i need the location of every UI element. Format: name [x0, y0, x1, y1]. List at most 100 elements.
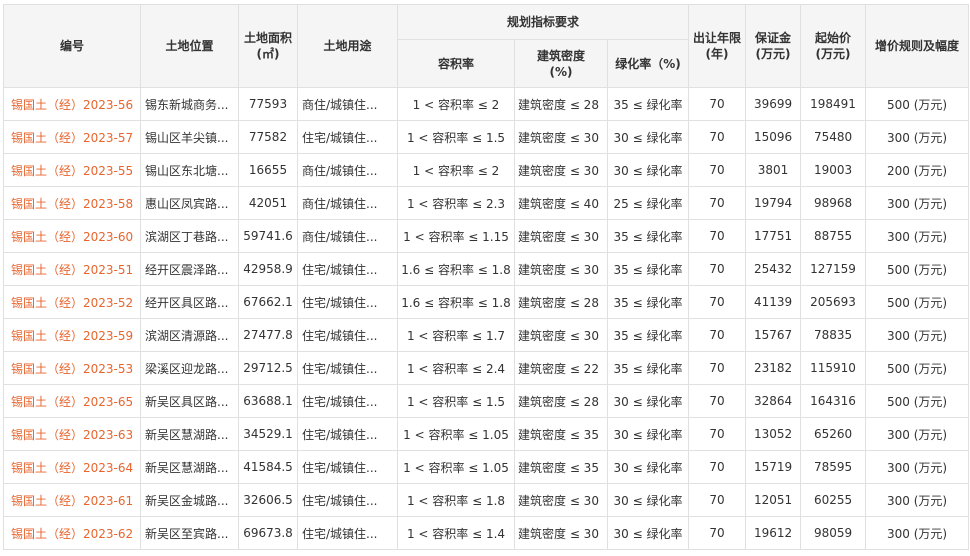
cell-code[interactable]: 锡国土（经）2023-65 — [3, 384, 141, 418]
cell-term: 70 — [688, 384, 747, 418]
table-row: 锡国土（经）2023-60 滨湖区丁巷路... 59741.6 商住/城镇住... 1 … — [3, 219, 970, 253]
cell-density: 建筑密度 ≤ 28 — [514, 384, 608, 418]
cell-plot-ratio: 1 < 容积率 ≤ 1.4 — [397, 516, 515, 550]
cell-increment: 300 (万元) — [865, 450, 970, 484]
cell-term: 70 — [688, 318, 747, 352]
table-row: 锡国土（经）2023-51 经开区震泽路... 42958.9 住宅/城镇住... 1.… — [3, 252, 970, 286]
cell-location: 新吴区慧湖路... — [140, 450, 239, 484]
cell-deposit: 25432 — [745, 252, 802, 286]
cell-increment: 200 (万元) — [865, 153, 970, 187]
table-header: 编号 土地位置 土地面积 (㎡) 土地用途 规划指标要求 出让年限 (年) 保证金(… — [3, 4, 970, 88]
cell-location: 经开区震泽路... — [140, 252, 239, 286]
cell-start-price: 164316 — [800, 384, 867, 418]
cell-greening: 30 ≤ 绿化率 — [606, 153, 690, 187]
cell-start-price: 78835 — [800, 318, 867, 352]
cell-density: 建筑密度 ≤ 30 — [514, 219, 608, 253]
cell-location: 锡山区东北塘... — [140, 153, 239, 187]
cell-deposit: 41139 — [745, 285, 802, 319]
cell-term: 70 — [688, 87, 747, 121]
cell-plot-ratio: 1.6 ≤ 容积率 ≤ 1.8 — [397, 252, 515, 286]
cell-increment: 300 (万元) — [865, 483, 970, 517]
cell-code[interactable]: 锡国土（经）2023-62 — [3, 516, 141, 550]
cell-code[interactable]: 锡国土（经）2023-55 — [3, 153, 141, 187]
table-row: 锡国土（经）2023-63 新吴区慧湖路... 34529.1 住宅/城镇住... 1 … — [3, 417, 970, 451]
cell-area: 42051 — [238, 186, 298, 220]
land-auction-table: 编号 土地位置 土地面积 (㎡) 土地用途 规划指标要求 出让年限 (年) 保证金(… — [3, 4, 970, 550]
cell-deposit: 3801 — [745, 153, 802, 187]
cell-deposit: 19794 — [745, 186, 802, 220]
cell-code[interactable]: 锡国土（经）2023-58 — [3, 186, 141, 220]
cell-increment: 500 (万元) — [865, 351, 970, 385]
cell-code[interactable]: 锡国土（经）2023-64 — [3, 450, 141, 484]
cell-use: 住宅/城镇住... — [297, 417, 398, 451]
cell-area: 16655 — [238, 153, 298, 187]
cell-plot-ratio: 1 < 容积率 ≤ 2 — [397, 153, 515, 187]
cell-location: 梁溪区迎龙路... — [140, 351, 239, 385]
cell-code[interactable]: 锡国土（经）2023-52 — [3, 285, 141, 319]
table-row: 锡国土（经）2023-65 新吴区具区路... 63688.1 住宅/城镇住... 1 … — [3, 384, 970, 418]
header-planning: 规划指标要求 — [396, 4, 690, 40]
cell-plot-ratio: 1 < 容积率 ≤ 2.3 — [397, 186, 515, 220]
cell-term: 70 — [688, 153, 747, 187]
cell-density: 建筑密度 ≤ 30 — [514, 252, 608, 286]
cell-greening: 35 ≤ 绿化率 — [606, 318, 690, 352]
table-body: 锡国土（经）2023-56 锡东新城商务... 77593 商住/城镇住... 1 < … — [3, 87, 970, 550]
cell-greening: 30 ≤ 绿化率 — [606, 516, 690, 550]
cell-code[interactable]: 锡国土（经）2023-51 — [3, 252, 141, 286]
cell-greening: 30 ≤ 绿化率 — [606, 384, 690, 418]
cell-area: 67662.1 — [238, 285, 298, 319]
cell-start-price: 19003 — [800, 153, 867, 187]
cell-location: 锡东新城商务... — [140, 87, 239, 121]
cell-use: 商住/城镇住... — [297, 87, 398, 121]
table-row: 锡国土（经）2023-61 新吴区金城路... 32606.5 住宅/城镇住... 1 … — [3, 483, 970, 517]
cell-use: 住宅/城镇住... — [297, 351, 398, 385]
cell-location: 经开区具区路... — [140, 285, 239, 319]
cell-plot-ratio: 1 < 容积率 ≤ 1.15 — [397, 219, 515, 253]
cell-increment: 500 (万元) — [865, 87, 970, 121]
cell-plot-ratio: 1 < 容积率 ≤ 1.05 — [397, 450, 515, 484]
cell-deposit: 12051 — [745, 483, 802, 517]
cell-density: 建筑密度 ≤ 35 — [514, 450, 608, 484]
cell-code[interactable]: 锡国土（经）2023-63 — [3, 417, 141, 451]
cell-increment: 500 (万元) — [865, 384, 970, 418]
cell-code[interactable]: 锡国土（经）2023-60 — [3, 219, 141, 253]
cell-increment: 300 (万元) — [865, 516, 970, 550]
cell-area: 69673.8 — [238, 516, 298, 550]
cell-use: 住宅/城镇住... — [297, 516, 398, 550]
cell-density: 建筑密度 ≤ 35 — [514, 417, 608, 451]
cell-code[interactable]: 锡国土（经）2023-59 — [3, 318, 141, 352]
cell-term: 70 — [688, 483, 747, 517]
cell-plot-ratio: 1.6 ≤ 容积率 ≤ 1.8 — [397, 285, 515, 319]
cell-area: 42958.9 — [238, 252, 298, 286]
cell-plot-ratio: 1 < 容积率 ≤ 1.05 — [397, 417, 515, 451]
cell-code[interactable]: 锡国土（经）2023-56 — [3, 87, 141, 121]
cell-term: 70 — [688, 417, 747, 451]
table-row: 锡国土（经）2023-59 滨湖区清源路... 27477.8 住宅/城镇住... 1 … — [3, 318, 970, 352]
table-row: 锡国土（经）2023-62 新吴区至宾路... 69673.8 住宅/城镇住... 1 … — [3, 516, 970, 550]
cell-increment: 300 (万元) — [865, 318, 970, 352]
cell-start-price: 115910 — [800, 351, 867, 385]
cell-code[interactable]: 锡国土（经）2023-57 — [3, 120, 141, 154]
cell-greening: 30 ≤ 绿化率 — [606, 483, 690, 517]
cell-area: 59741.6 — [238, 219, 298, 253]
cell-code[interactable]: 锡国土（经）2023-61 — [3, 483, 141, 517]
table-row: 锡国土（经）2023-53 梁溪区迎龙路... 29712.5 住宅/城镇住... 1 … — [3, 351, 970, 385]
cell-deposit: 32864 — [745, 384, 802, 418]
cell-increment: 300 (万元) — [865, 219, 970, 253]
cell-start-price: 127159 — [800, 252, 867, 286]
cell-use: 商住/城镇住... — [297, 219, 398, 253]
header-greening: 绿化率（%) — [606, 39, 690, 88]
cell-deposit: 15719 — [745, 450, 802, 484]
cell-start-price: 205693 — [800, 285, 867, 319]
header-area: 土地面积 (㎡) — [238, 4, 298, 88]
cell-use: 商住/城镇住... — [297, 186, 398, 220]
cell-greening: 35 ≤ 绿化率 — [606, 219, 690, 253]
table-row: 锡国土（经）2023-58 惠山区凤宾路... 42051 商住/城镇住... 1 < … — [3, 186, 970, 220]
cell-code[interactable]: 锡国土（经）2023-53 — [3, 351, 141, 385]
cell-use: 住宅/城镇住... — [297, 120, 398, 154]
cell-plot-ratio: 1 < 容积率 ≤ 2 — [397, 87, 515, 121]
cell-location: 新吴区至宾路... — [140, 516, 239, 550]
table-row: 锡国土（经）2023-57 锡山区羊尖镇... 77582 住宅/城镇住... 1 < … — [3, 120, 970, 154]
cell-density: 建筑密度 ≤ 30 — [514, 318, 608, 352]
table-row: 锡国土（经）2023-56 锡东新城商务... 77593 商住/城镇住... 1 < … — [3, 87, 970, 121]
